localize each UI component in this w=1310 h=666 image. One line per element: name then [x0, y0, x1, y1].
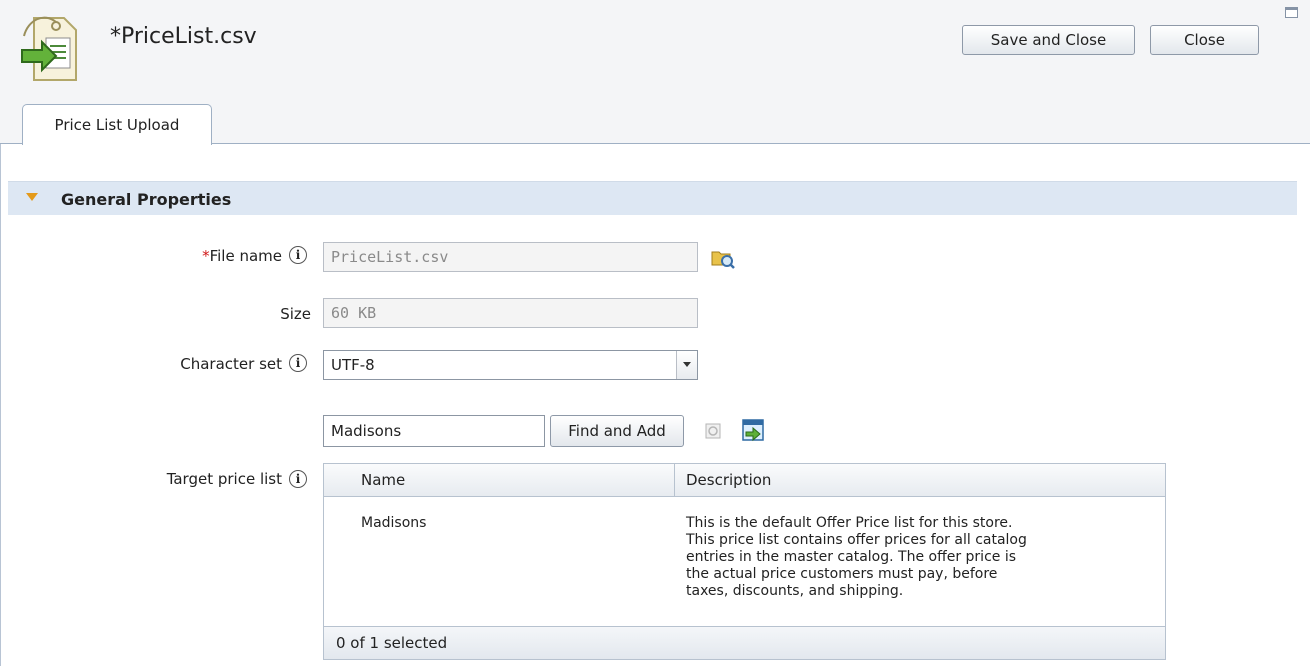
info-icon[interactable]: i: [289, 470, 307, 488]
general-properties-section-header[interactable]: General Properties: [8, 181, 1297, 215]
collapse-arrow-icon[interactable]: [26, 193, 38, 201]
column-divider[interactable]: [674, 464, 675, 497]
browse-folder-icon[interactable]: [710, 246, 736, 270]
table-row[interactable]: Madisons This is the default Offer Price…: [324, 497, 1165, 627]
utilities-view-icon[interactable]: [703, 420, 725, 442]
page-title: *PriceList.csv: [110, 24, 257, 49]
info-icon[interactable]: i: [289, 354, 307, 372]
column-header-description[interactable]: Description: [686, 471, 771, 489]
tab-bar: Price List Upload: [0, 100, 1310, 145]
target-price-list-table: Name Description Madisons This is the de…: [323, 463, 1166, 660]
close-button[interactable]: Close: [1150, 25, 1259, 55]
find-and-add-button[interactable]: Find and Add: [550, 415, 684, 447]
section-title: General Properties: [61, 190, 232, 209]
file-name-field[interactable]: PriceList.csv: [323, 242, 698, 272]
tab-price-list-upload[interactable]: Price List Upload: [22, 104, 212, 145]
character-set-label: Character set: [180, 355, 282, 373]
size-label: Size: [280, 305, 311, 323]
info-icon[interactable]: i: [289, 246, 307, 264]
file-name-label: *File name: [202, 247, 282, 265]
character-set-select[interactable]: UTF-8: [323, 350, 698, 380]
table-footer: 0 of 1 selected: [324, 626, 1165, 659]
price-list-upload-icon: [21, 16, 77, 81]
required-marker: *: [202, 247, 210, 265]
cell-name: Madisons: [361, 515, 427, 531]
editor-header: *PriceList.csv Save and Close Close: [0, 0, 1310, 100]
column-header-name[interactable]: Name: [361, 471, 405, 489]
cell-description: This is the default Offer Price list for…: [686, 515, 1027, 599]
save-and-close-button[interactable]: Save and Close: [962, 25, 1135, 55]
size-field: 60 KB: [323, 298, 698, 328]
maximize-icon[interactable]: [1285, 7, 1298, 18]
create-new-icon[interactable]: [741, 418, 765, 442]
price-list-search-input[interactable]: Madisons: [323, 415, 545, 447]
table-header: Name Description: [324, 464, 1165, 497]
selection-count: 0 of 1 selected: [336, 634, 448, 652]
target-price-list-label: Target price list: [166, 470, 282, 488]
chevron-down-icon[interactable]: [676, 351, 697, 379]
